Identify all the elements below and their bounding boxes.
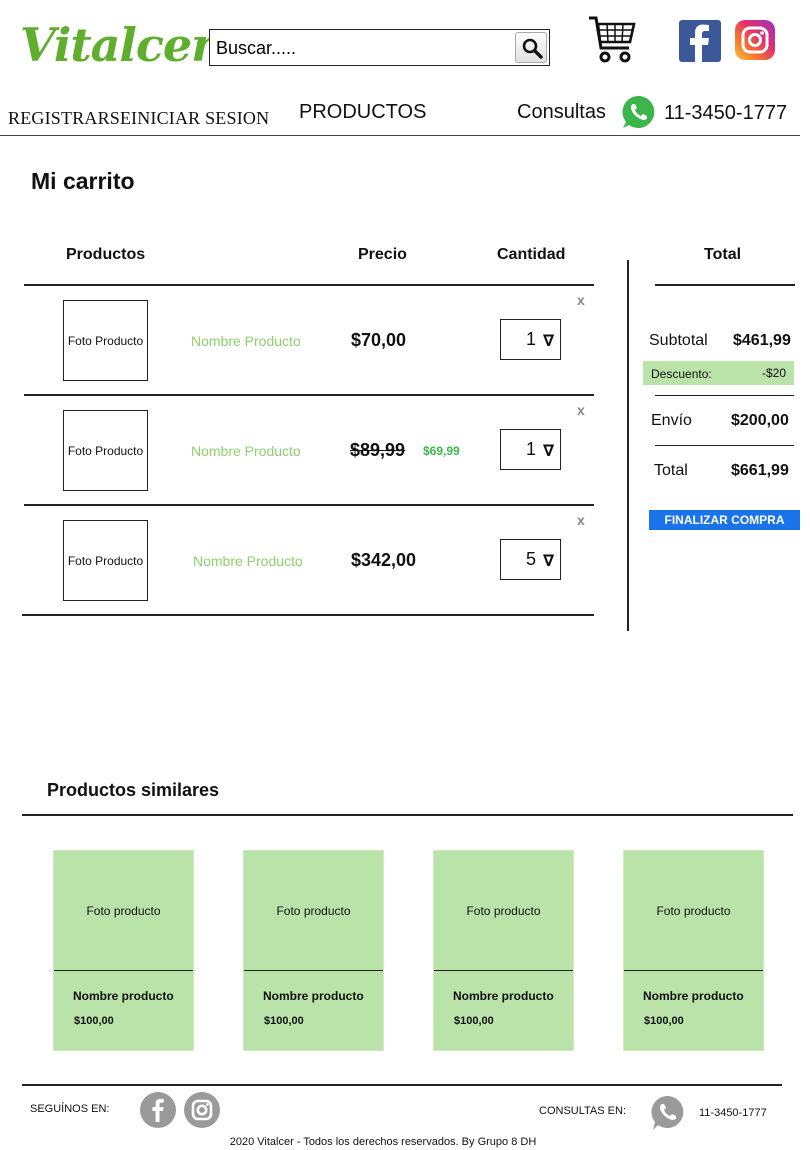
- summary-top-line: [655, 284, 795, 286]
- product-card-name: Nombre producto: [643, 989, 744, 1003]
- facebook-icon[interactable]: [679, 20, 721, 62]
- column-quantity: Cantidad: [497, 246, 566, 263]
- product-card[interactable]: Foto producto Nombre producto $100,00: [243, 850, 384, 1051]
- product-name[interactable]: Nombre Producto: [193, 553, 303, 569]
- product-card-photo: Foto producto: [434, 851, 573, 971]
- summary-line: [655, 445, 794, 446]
- product-card-name: Nombre producto: [263, 989, 364, 1003]
- subtotal-label: Subtotal: [649, 332, 708, 349]
- search-icon: [522, 38, 543, 59]
- whatsapp-icon[interactable]: [650, 1094, 686, 1132]
- product-photo: Foto Producto: [63, 520, 148, 601]
- column-products: Productos: [66, 246, 146, 263]
- column-price: Precio: [358, 246, 407, 263]
- row-divider: [22, 614, 594, 616]
- search-button[interactable]: [515, 32, 547, 63]
- product-card[interactable]: Foto producto Nombre producto $100,00: [53, 850, 194, 1051]
- page-title: Mi carrito: [31, 168, 135, 194]
- cart-button[interactable]: [588, 15, 636, 65]
- discount-label: Descuento:: [651, 367, 712, 381]
- remove-item-button[interactable]: x: [577, 512, 585, 528]
- cart-icon: [589, 16, 636, 63]
- whatsapp-icon[interactable]: [621, 94, 657, 130]
- dropdown-arrow-icon: ∇: [543, 333, 555, 350]
- product-price: $70,00: [351, 330, 407, 350]
- product-photo: Foto Producto: [63, 410, 148, 491]
- shipping-label: Envío: [651, 412, 692, 429]
- shipping-value: $200,00: [731, 412, 789, 429]
- follow-label: SEGUÍNOS EN:: [30, 1103, 110, 1115]
- quantity-value: 1: [526, 439, 537, 459]
- product-sale-price: $69,99: [423, 444, 460, 458]
- total-label: Total: [654, 462, 688, 479]
- product-card[interactable]: Foto producto Nombre producto $100,00: [623, 850, 764, 1051]
- product-card-photo: Foto producto: [624, 851, 763, 971]
- nav-login[interactable]: INICIAR SESION: [131, 108, 269, 129]
- summary-line: [655, 395, 794, 396]
- footer-phone[interactable]: 11-3450-1777: [699, 1107, 767, 1119]
- total-value: $661,99: [731, 462, 789, 479]
- search-input[interactable]: [216, 36, 512, 60]
- product-card-price: $100,00: [644, 1015, 684, 1027]
- search-bar: [209, 29, 550, 66]
- row-divider: [24, 394, 594, 396]
- similar-products-title: Productos similares: [47, 780, 220, 800]
- remove-item-button[interactable]: x: [577, 292, 585, 308]
- discount-value: -$20: [761, 366, 786, 380]
- discount-row: Descuento: -$20: [643, 361, 794, 385]
- product-card-photo: Foto producto: [54, 851, 193, 971]
- header-phone[interactable]: 11-3450-1777: [664, 102, 787, 125]
- nav-products[interactable]: PRODUCTOS: [299, 101, 426, 124]
- summary-divider: [627, 260, 629, 631]
- dropdown-arrow-icon: ∇: [543, 443, 555, 460]
- copyright: 2020 Vitalcer - Todos los derechos reser…: [229, 1136, 537, 1148]
- logo[interactable]: Vitalcer: [20, 22, 215, 68]
- product-card-name: Nombre producto: [73, 989, 174, 1003]
- quantity-value: 5: [526, 549, 537, 569]
- product-card-photo: Foto producto: [244, 851, 383, 971]
- footer-consultas-label: CONSULTAS EN:: [539, 1105, 626, 1117]
- dropdown-arrow-icon: ∇: [543, 553, 555, 570]
- quantity-select[interactable]: 1 ∇: [500, 319, 561, 360]
- product-photo: Foto Producto: [63, 300, 148, 381]
- product-card-price: $100,00: [74, 1015, 114, 1027]
- product-card[interactable]: Foto producto Nombre producto $100,00: [433, 850, 574, 1051]
- product-old-price: $89,99: [350, 440, 406, 460]
- product-name[interactable]: Nombre Producto: [191, 333, 301, 349]
- quantity-select[interactable]: 5 ∇: [500, 539, 561, 580]
- remove-item-button[interactable]: x: [577, 402, 585, 418]
- instagram-icon[interactable]: [735, 20, 775, 60]
- cart-divider: [24, 284, 594, 286]
- product-name[interactable]: Nombre Producto: [191, 443, 301, 459]
- subtotal-value: $461,99: [733, 332, 791, 349]
- similar-divider: [22, 814, 793, 816]
- footer-divider: [22, 1084, 782, 1086]
- nav-consultas-label: Consultas: [517, 101, 606, 123]
- instagram-icon[interactable]: [184, 1092, 220, 1128]
- column-total: Total: [704, 246, 742, 263]
- product-price: $342,00: [351, 550, 417, 570]
- facebook-icon[interactable]: [140, 1092, 176, 1128]
- product-card-price: $100,00: [264, 1015, 304, 1027]
- quantity-value: 1: [526, 329, 537, 349]
- product-card-name: Nombre producto: [453, 989, 554, 1003]
- quantity-select[interactable]: 1 ∇: [500, 429, 561, 470]
- row-divider: [24, 504, 594, 506]
- checkout-button[interactable]: FINALIZAR COMPRA: [649, 510, 800, 530]
- header-divider: [0, 135, 800, 136]
- product-card-price: $100,00: [454, 1015, 494, 1027]
- nav-register[interactable]: REGISTRARSE: [8, 108, 131, 129]
